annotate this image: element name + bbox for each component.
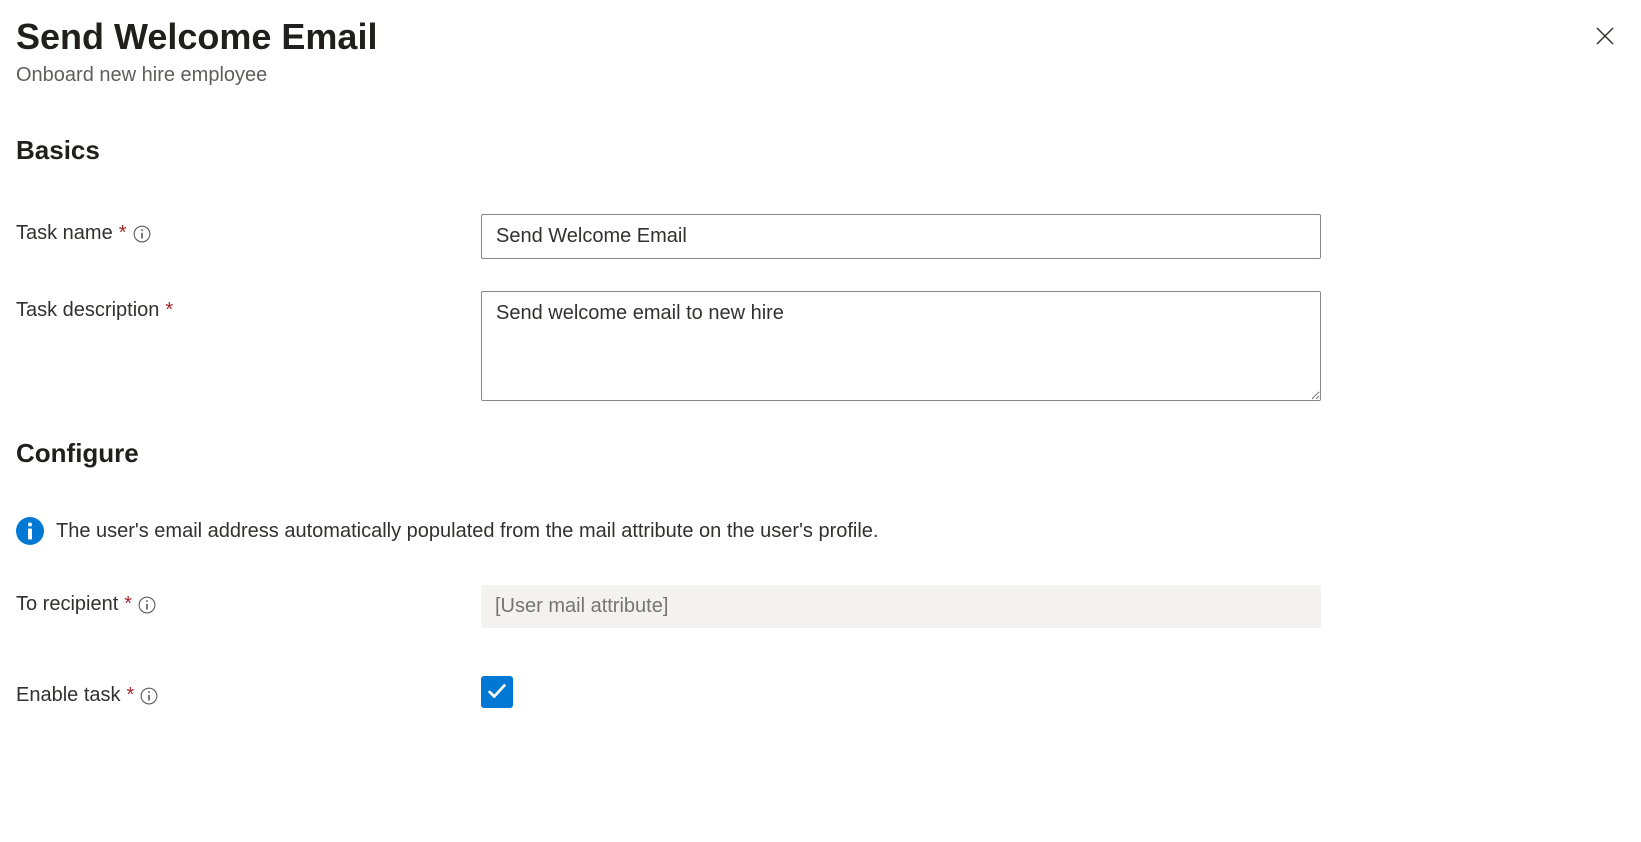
task-description-label: Task description [16, 299, 159, 322]
info-banner-text: The user's email address automatically p… [56, 520, 879, 543]
basics-section-title: Basics [16, 135, 1625, 166]
to-recipient-input [481, 585, 1321, 628]
info-icon [16, 517, 44, 545]
enable-task-label: Enable task [16, 684, 121, 707]
enable-task-checkbox[interactable] [481, 676, 513, 708]
configure-section-title: Configure [16, 438, 1625, 469]
info-icon[interactable] [140, 687, 158, 705]
info-icon[interactable] [138, 596, 156, 614]
page-subtitle: Onboard new hire employee [16, 64, 1585, 87]
close-button[interactable] [1585, 16, 1625, 59]
info-icon[interactable] [133, 225, 151, 243]
required-indicator: * [119, 222, 127, 245]
task-name-label: Task name [16, 222, 113, 245]
task-description-input[interactable] [481, 291, 1321, 401]
required-indicator: * [165, 299, 173, 322]
close-icon [1593, 24, 1617, 51]
required-indicator: * [124, 593, 132, 616]
page-title: Send Welcome Email [16, 16, 1585, 58]
checkmark-icon [486, 680, 508, 705]
task-name-input[interactable] [481, 214, 1321, 259]
to-recipient-label: To recipient [16, 593, 118, 616]
required-indicator: * [127, 684, 135, 707]
